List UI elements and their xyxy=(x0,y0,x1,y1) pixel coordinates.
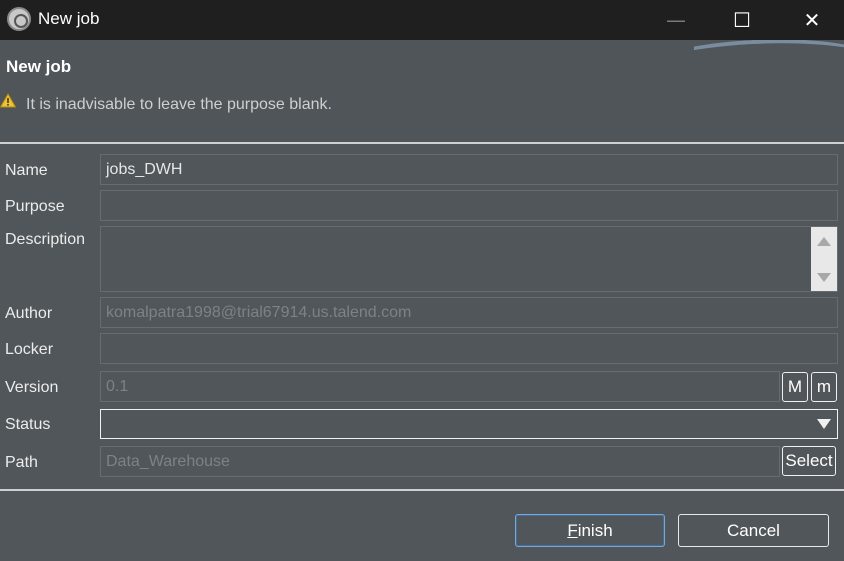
banner-decoration xyxy=(694,40,844,62)
purpose-input[interactable] xyxy=(100,190,838,221)
scroll-up-icon[interactable] xyxy=(817,237,831,246)
version-label: Version xyxy=(5,379,59,396)
description-scrollbar[interactable] xyxy=(811,227,837,291)
talend-studio-icon xyxy=(7,7,31,31)
locker-label: Locker xyxy=(5,341,54,358)
finish-label: inish xyxy=(577,520,613,540)
cancel-button[interactable]: Cancel xyxy=(678,514,829,547)
window-titlebar[interactable]: New job — ☐ ✕ xyxy=(0,0,844,40)
close-button[interactable]: ✕ xyxy=(776,0,844,40)
footer-separator xyxy=(0,489,844,491)
major-version-button[interactable]: M xyxy=(782,372,808,402)
name-label: Name xyxy=(5,162,48,179)
author-input: komalpatra1998@trial67914.us.talend.com xyxy=(100,297,838,328)
status-dropdown[interactable] xyxy=(100,409,838,439)
description-textarea[interactable] xyxy=(100,226,838,292)
version-input: 0.1 xyxy=(100,371,780,402)
name-input[interactable]: jobs_DWH xyxy=(100,154,838,185)
locker-input xyxy=(100,333,838,364)
finish-button[interactable]: Finish xyxy=(515,514,665,547)
finish-mnemonic: F xyxy=(567,520,578,540)
minor-version-button[interactable]: m xyxy=(811,372,837,402)
scroll-down-icon[interactable] xyxy=(817,273,831,282)
status-label: Status xyxy=(5,416,51,433)
header-separator xyxy=(0,142,844,144)
maximize-button[interactable]: ☐ xyxy=(706,0,778,40)
minimize-button[interactable]: — xyxy=(640,0,712,40)
path-input: Data_Warehouse xyxy=(100,446,780,477)
author-label: Author xyxy=(5,305,53,322)
select-path-button[interactable]: Select xyxy=(782,446,836,476)
description-label: Description xyxy=(5,231,86,248)
warning-icon xyxy=(0,93,16,108)
warning-message: It is inadvisable to leave the purpose b… xyxy=(26,96,332,113)
page-title: New job xyxy=(6,57,72,76)
purpose-label: Purpose xyxy=(5,198,65,215)
chevron-down-icon[interactable] xyxy=(811,410,837,438)
window-title: New job xyxy=(38,9,100,28)
path-label: Path xyxy=(5,454,38,471)
